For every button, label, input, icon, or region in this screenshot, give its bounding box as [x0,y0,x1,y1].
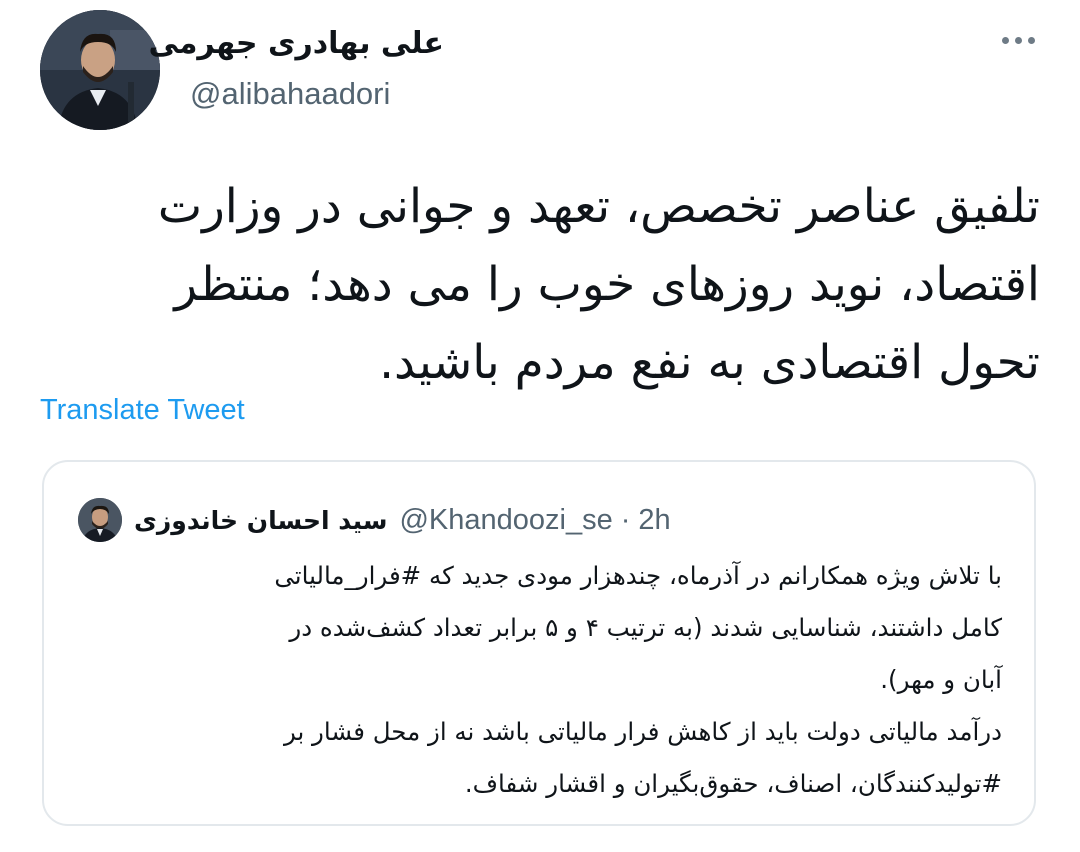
quoted-text-line: با تلاش ویژه همکارانم در آذرماه، چندهزار… [274,561,1002,590]
quoted-tweet-card[interactable]: سید احسان خاندوزی @Khandoozi_se · 2h با … [42,460,1036,826]
quoted-author-display-name[interactable]: سید احسان خاندوزی [134,506,387,535]
author-avatar[interactable] [40,10,160,130]
quoted-text-line: #تولیدکنندگان، اصناف، حقوق‌بگیران و اقشا… [464,769,1002,798]
quoted-text-line: کامل داشتند، شناسایی شدند (به ترتیب ۴ و … [289,613,1002,642]
author-handle[interactable]: @alibahaadori [190,74,390,114]
quoted-author-handle[interactable]: @Khandoozi_se [399,504,612,537]
separator-dot: · [620,503,631,536]
quoted-tweet-text: با تلاش ویژه همکارانم در آذرماه، چندهزار… [78,550,1002,810]
quoted-text-line: آبان و مهر). [880,665,1002,694]
quoted-text-line: درآمد مالیاتی دولت باید از کاهش فرار مال… [283,717,1002,746]
tweet-text-line: اقتصاد، نوید روزهای خوب را می دهد؛ منتظر [174,257,1040,312]
tweet-text-line: تلفیق عناصر تخصص، تعهد و جوانی در وزارت [157,179,1040,234]
quoted-author-avatar[interactable] [78,498,122,542]
more-options-icon[interactable] [1000,34,1038,48]
translate-tweet-link[interactable]: Translate Tweet [40,390,245,430]
quoted-tweet-header: سید احسان خاندوزی @Khandoozi_se · 2h [78,498,671,542]
quoted-tweet-time[interactable]: 2h [638,504,670,537]
tweet-text: تلفیق عناصر تخصص، تعهد و جوانی در وزارت … [40,168,1040,402]
author-display-name[interactable]: علی بهادری جهرمی [149,22,445,66]
